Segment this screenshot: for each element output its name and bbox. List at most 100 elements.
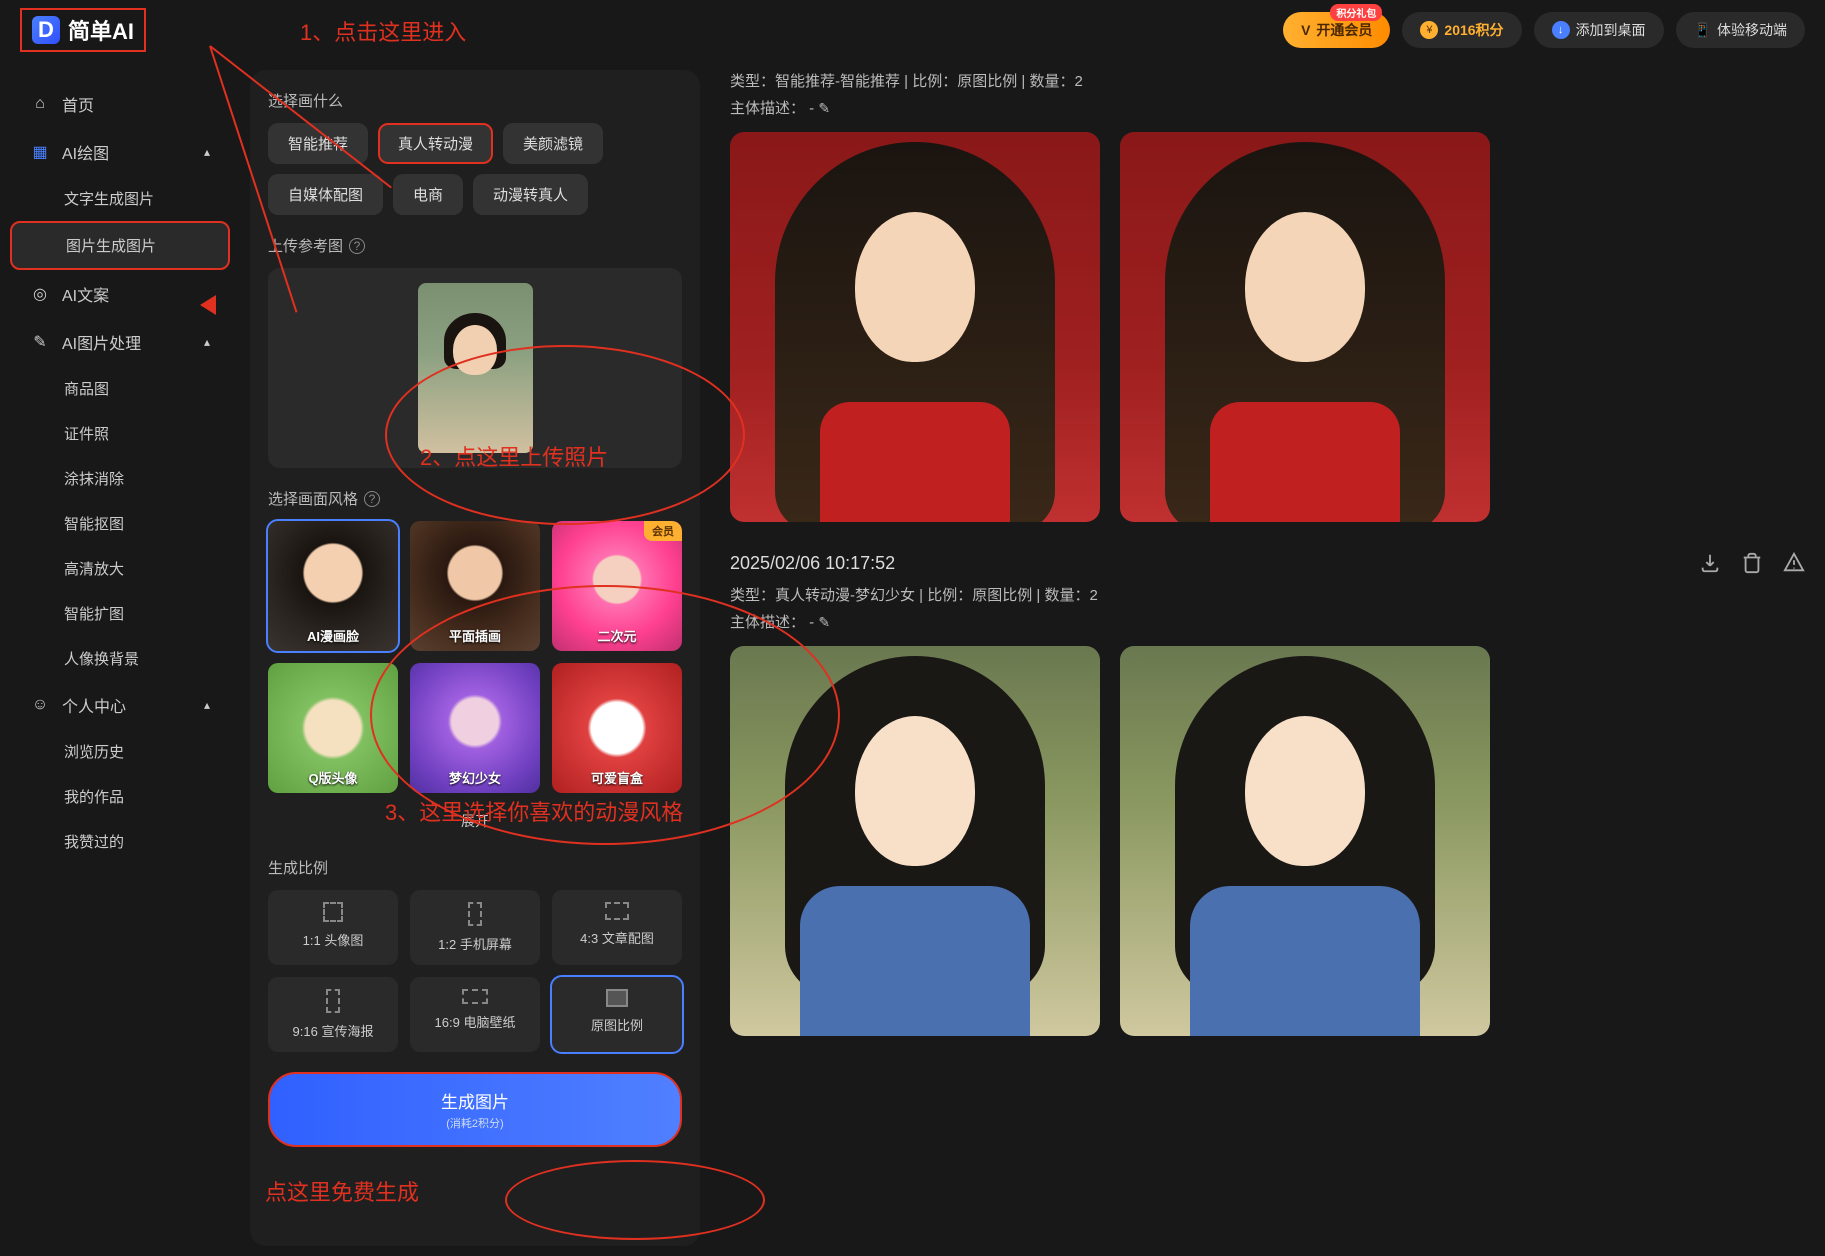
result-image[interactable] xyxy=(730,646,1100,1036)
result-subject: 主体描述： - ✎ xyxy=(730,611,1805,632)
result-image[interactable] xyxy=(1120,646,1490,1036)
nav-img2img[interactable]: 图片生成图片 xyxy=(10,221,230,270)
generate-sublabel: (消耗2积分) xyxy=(284,1115,666,1131)
result-timestamp: 2025/02/06 10:17:52 xyxy=(730,553,895,574)
upload-area[interactable] xyxy=(268,268,682,468)
result-image[interactable] xyxy=(1120,132,1490,522)
nav-proc-2[interactable]: 涂抹消除 xyxy=(10,456,230,501)
style-label-text: AI漫画脸 xyxy=(268,626,398,645)
style-dream-girl[interactable]: 梦幻少女 xyxy=(410,663,540,793)
result-subject: 主体描述： - ✎ xyxy=(730,97,1805,118)
edit-icon[interactable]: ✎ xyxy=(818,614,830,630)
nav-proc-1[interactable]: 证件照 xyxy=(10,411,230,456)
nav-personal-2-label: 我赞过的 xyxy=(64,831,124,852)
ratio-1-2[interactable]: 1:2 手机屏幕 xyxy=(410,890,540,965)
delete-icon[interactable] xyxy=(1741,552,1763,574)
vip-button[interactable]: 积分礼包 V 开通会员 xyxy=(1283,12,1390,48)
ratio-original[interactable]: 原图比例 xyxy=(552,977,682,1052)
nav-personal-0[interactable]: 浏览历史 xyxy=(10,729,230,774)
result-type-line: 类型：智能推荐-智能推荐 | 比例：原图比例 | 数量：2 xyxy=(730,70,1805,91)
edit-icon[interactable]: ✎ xyxy=(818,100,830,116)
result-image[interactable] xyxy=(730,132,1100,522)
download-icon[interactable] xyxy=(1699,552,1721,574)
points-button[interactable]: ¥ 2016积分 xyxy=(1402,12,1521,48)
chevron-up-icon: ▴ xyxy=(204,698,210,712)
warning-icon[interactable] xyxy=(1783,552,1805,574)
nav-proc-6-label: 人像换背景 xyxy=(64,648,139,669)
ratio-label: 生成比例 xyxy=(268,857,682,878)
nav-proc-4-label: 高清放大 xyxy=(64,558,124,579)
ratio-label-text: 16:9 电脑壁纸 xyxy=(435,1012,516,1031)
nav-proc-0[interactable]: 商品图 xyxy=(10,366,230,411)
help-icon[interactable]: ? xyxy=(364,491,380,507)
style-label: 选择画面风格 ? xyxy=(268,488,682,509)
style-label-text: 平面插画 xyxy=(410,626,540,645)
style-ai-manga-face[interactable]: AI漫画脸 xyxy=(268,521,398,651)
style-label-text: 梦幻少女 xyxy=(410,768,540,787)
chip-media-image[interactable]: 自媒体配图 xyxy=(268,174,383,215)
ratio-label-text: 1:1 头像图 xyxy=(303,930,364,949)
results-area: 类型：智能推荐-智能推荐 | 比例：原图比例 | 数量：2 主体描述： - ✎ xyxy=(710,60,1825,1256)
ratio-4-3[interactable]: 4:3 文章配图 xyxy=(552,890,682,965)
nav-personal-label: 个人中心 xyxy=(62,693,126,717)
ratio-16-9[interactable]: 16:9 电脑壁纸 xyxy=(410,977,540,1052)
nav-proc-2-label: 涂抹消除 xyxy=(64,468,124,489)
chevron-up-icon: ▴ xyxy=(204,145,210,159)
desktop-label: 添加到桌面 xyxy=(1576,20,1646,40)
result-block-2: 2025/02/06 10:17:52 类型：真人转动漫-梦幻少女 | 比例：原… xyxy=(730,552,1805,1036)
nav-text2img[interactable]: 文字生成图片 xyxy=(10,176,230,221)
add-desktop-button[interactable]: ↓ 添加到桌面 xyxy=(1534,12,1664,48)
nav-personal[interactable]: ☺ 个人中心 ▴ xyxy=(10,681,230,729)
result-type-line: 类型：真人转动漫-梦幻少女 | 比例：原图比例 | 数量：2 xyxy=(730,584,1805,605)
app-logo[interactable]: D 简单AI xyxy=(20,8,146,52)
chip-real-to-anime[interactable]: 真人转动漫 xyxy=(378,123,493,164)
ratio-9-16[interactable]: 9:16 宣传海报 xyxy=(268,977,398,1052)
style-2d-anime[interactable]: 会员 二次元 xyxy=(552,521,682,651)
logo-icon: D xyxy=(32,16,60,44)
style-cute-blindbox[interactable]: 可爱盲盒 xyxy=(552,663,682,793)
chip-ecommerce[interactable]: 电商 xyxy=(393,174,463,215)
coin-icon: ¥ xyxy=(1420,21,1438,39)
help-icon[interactable]: ? xyxy=(349,238,365,254)
category-chips: 智能推荐 真人转动漫 美颜滤镜 自媒体配图 电商 动漫转真人 xyxy=(268,123,682,215)
nav-personal-1[interactable]: 我的作品 xyxy=(10,774,230,819)
result-subject-text: 主体描述： - xyxy=(730,614,814,631)
image-icon: ▦ xyxy=(30,142,50,162)
uploaded-image-thumb xyxy=(418,283,533,453)
nav-ai-draw-label: AI绘图 xyxy=(62,140,109,164)
nav-personal-1-label: 我的作品 xyxy=(64,786,124,807)
nav-personal-2[interactable]: 我赞过的 xyxy=(10,819,230,864)
ratio-label-text: 9:16 宣传海报 xyxy=(293,1021,374,1040)
upload-label: 上传参考图 ? xyxy=(268,235,682,256)
generate-button[interactable]: 生成图片 (消耗2积分) xyxy=(268,1072,682,1147)
select-what-label: 选择画什么 xyxy=(268,90,682,111)
mobile-button[interactable]: 📱 体验移动端 xyxy=(1676,12,1805,48)
style-label-text: Q版头像 xyxy=(268,768,398,787)
ratio-grid: 1:1 头像图 1:2 手机屏幕 4:3 文章配图 9:16 宣传海报 16:9… xyxy=(268,890,682,1052)
nav-home[interactable]: ⌂ 首页 xyxy=(10,80,230,128)
logo-text: 简单AI xyxy=(68,14,134,46)
ratio-icon xyxy=(606,989,628,1007)
chip-beauty-filter[interactable]: 美颜滤镜 xyxy=(503,123,603,164)
nav-proc-3[interactable]: 智能抠图 xyxy=(10,501,230,546)
chip-anime-to-real[interactable]: 动漫转真人 xyxy=(473,174,588,215)
nav-ai-draw[interactable]: ▦ AI绘图 ▴ xyxy=(10,128,230,176)
ratio-label-text: 原图比例 xyxy=(591,1015,643,1034)
ratio-1-1[interactable]: 1:1 头像图 xyxy=(268,890,398,965)
expand-styles[interactable]: 展开 xyxy=(268,803,682,839)
gift-badge: 积分礼包 xyxy=(1330,4,1382,21)
nav-ai-process[interactable]: ✎ AI图片处理 ▴ xyxy=(10,318,230,366)
mobile-icon: 📱 xyxy=(1694,22,1711,39)
nav-proc-5[interactable]: 智能扩图 xyxy=(10,591,230,636)
style-q-avatar[interactable]: Q版头像 xyxy=(268,663,398,793)
style-label-text: 二次元 xyxy=(552,626,682,645)
style-flat-illustration[interactable]: 平面插画 xyxy=(410,521,540,651)
sidebar: ⌂ 首页 ▦ AI绘图 ▴ 文字生成图片 图片生成图片 ◎ AI文案 ✎ AI图… xyxy=(0,60,240,1256)
nav-proc-6[interactable]: 人像换背景 xyxy=(10,636,230,681)
header-buttons: 积分礼包 V 开通会员 ¥ 2016积分 ↓ 添加到桌面 📱 体验移动端 xyxy=(1283,12,1805,48)
mobile-label: 体验移动端 xyxy=(1717,20,1787,40)
nav-personal-0-label: 浏览历史 xyxy=(64,741,124,762)
nav-proc-4[interactable]: 高清放大 xyxy=(10,546,230,591)
style-label-text: 可爱盲盒 xyxy=(552,768,682,787)
style-label-text: 选择画面风格 xyxy=(268,488,358,509)
